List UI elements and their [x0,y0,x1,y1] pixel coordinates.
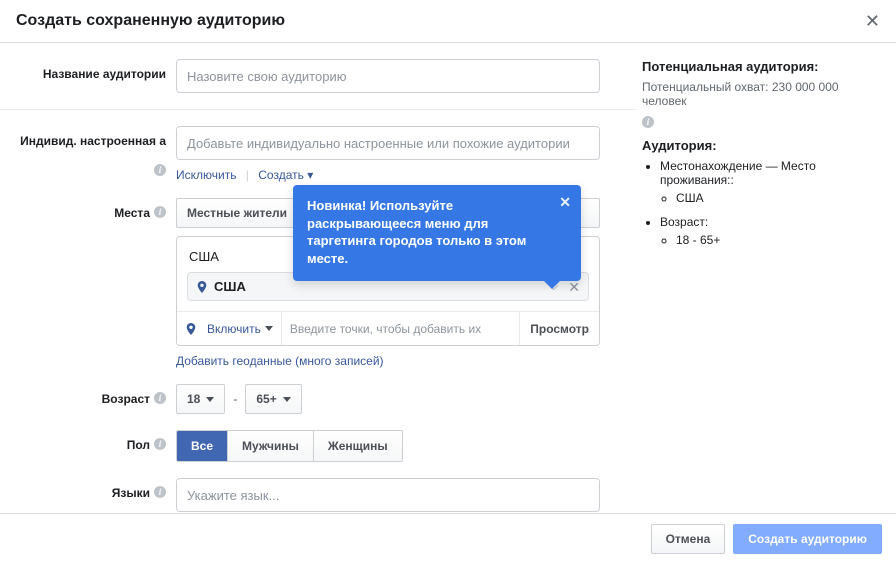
tooltip-text: Новинка! Используйте раскрывающееся меню… [307,198,526,266]
form-column: Название аудитории Индивид. настроенная … [0,43,636,536]
pin-icon [196,281,208,293]
modal-title: Создать сохраненную аудиторию [16,12,285,30]
tooltip-arrow-icon [543,280,561,289]
row-gender: Пол i Все Мужчины Женщины [0,430,636,462]
gender-female[interactable]: Женщины [314,431,402,461]
gender-all[interactable]: Все [177,431,228,461]
summary-location: Местонахождение — Место проживания:: США [660,159,884,205]
create-audience-button[interactable]: Создать аудиторию [733,524,882,554]
label-locations: Места [114,206,150,220]
info-icon: i [154,392,166,404]
residents-dropdown[interactable]: Местные жители Новинка! Используйте раск… [176,198,600,228]
age-max-dropdown[interactable]: 65+ [245,384,301,414]
remove-location-icon[interactable]: ✕ [568,280,580,294]
preview-button[interactable]: Просмотр [519,312,599,345]
caret-down-icon [206,397,214,402]
label-custom-audience: Индивид. настроенная а [20,134,166,148]
age-range-separator: - [233,392,237,406]
pin-icon [185,323,197,335]
audience-summary-list: Местонахождение — Место проживания:: США… [642,159,884,247]
custom-audience-links: Исключить | Создать ▾ [176,168,628,182]
close-icon[interactable]: ✕ [865,12,880,30]
gender-segmented: Все Мужчины Женщины [176,430,403,462]
bulk-geodata-link[interactable]: Добавить геоданные (много записей) [176,354,384,368]
create-saved-audience-modal: Создать сохраненную аудиторию ✕ Название… [0,0,896,564]
tooltip-close-icon[interactable]: ✕ [559,195,571,209]
audience-name-input[interactable] [176,59,600,93]
create-new-link[interactable]: Создать ▾ [258,168,313,182]
gender-male[interactable]: Мужчины [228,431,314,461]
potential-audience-title: Потенциальная аудитория: [642,59,884,74]
potential-reach-value: Потенциальный охват: 230 000 000 человек [642,80,884,108]
info-icon: i [154,206,166,218]
modal-header: Создать сохраненную аудиторию ✕ [0,0,896,43]
row-age: Возраст i 18 - 65+ [0,384,636,414]
info-icon: i [154,164,166,176]
caret-down-icon [283,397,291,402]
modal-footer: Отмена Создать аудиторию [0,513,896,564]
residents-dropdown-label: Местные жители [187,206,287,220]
side-panel: Потенциальная аудитория: Потенциальный о… [636,43,896,536]
summary-age-value: 18 - 65+ [676,233,884,247]
feature-tooltip: Новинка! Используйте раскрывающееся меню… [293,185,581,281]
caret-down-icon [265,326,273,331]
summary-age: Возраст: 18 - 65+ [660,215,884,247]
row-languages: Языки i [0,478,636,512]
divider [0,109,636,110]
include-dropdown[interactable]: Включить [177,312,282,345]
label-age: Возраст [102,392,150,406]
exclude-link[interactable]: Исключить [176,168,236,182]
audience-summary-title: Аудитория: [642,138,884,153]
modal-body: Название аудитории Индивид. настроенная … [0,43,896,536]
row-custom-audience: Индивид. настроенная а i Исключить | Соз… [0,126,636,182]
cancel-button[interactable]: Отмена [651,524,726,554]
languages-input[interactable] [176,478,600,512]
location-input-row: Включить Просмотр [177,311,599,345]
label-audience-name: Название аудитории [43,67,166,81]
info-icon: i [642,116,654,128]
label-gender: Пол [127,438,150,452]
age-min-dropdown[interactable]: 18 [176,384,225,414]
location-chip-label: США [214,279,549,294]
info-icon: i [154,438,166,450]
bulk-geodata-row: Добавить геоданные (много записей) [176,354,628,368]
location-search-input[interactable] [282,312,519,345]
include-label: Включить [207,322,261,336]
row-locations: Места i Местные жители Новинка! Использу… [0,198,636,368]
label-languages: Языки [112,486,150,500]
summary-location-value: США [676,191,884,205]
info-icon: i [154,486,166,498]
custom-audience-input[interactable] [176,126,600,160]
row-audience-name: Название аудитории [0,59,636,93]
